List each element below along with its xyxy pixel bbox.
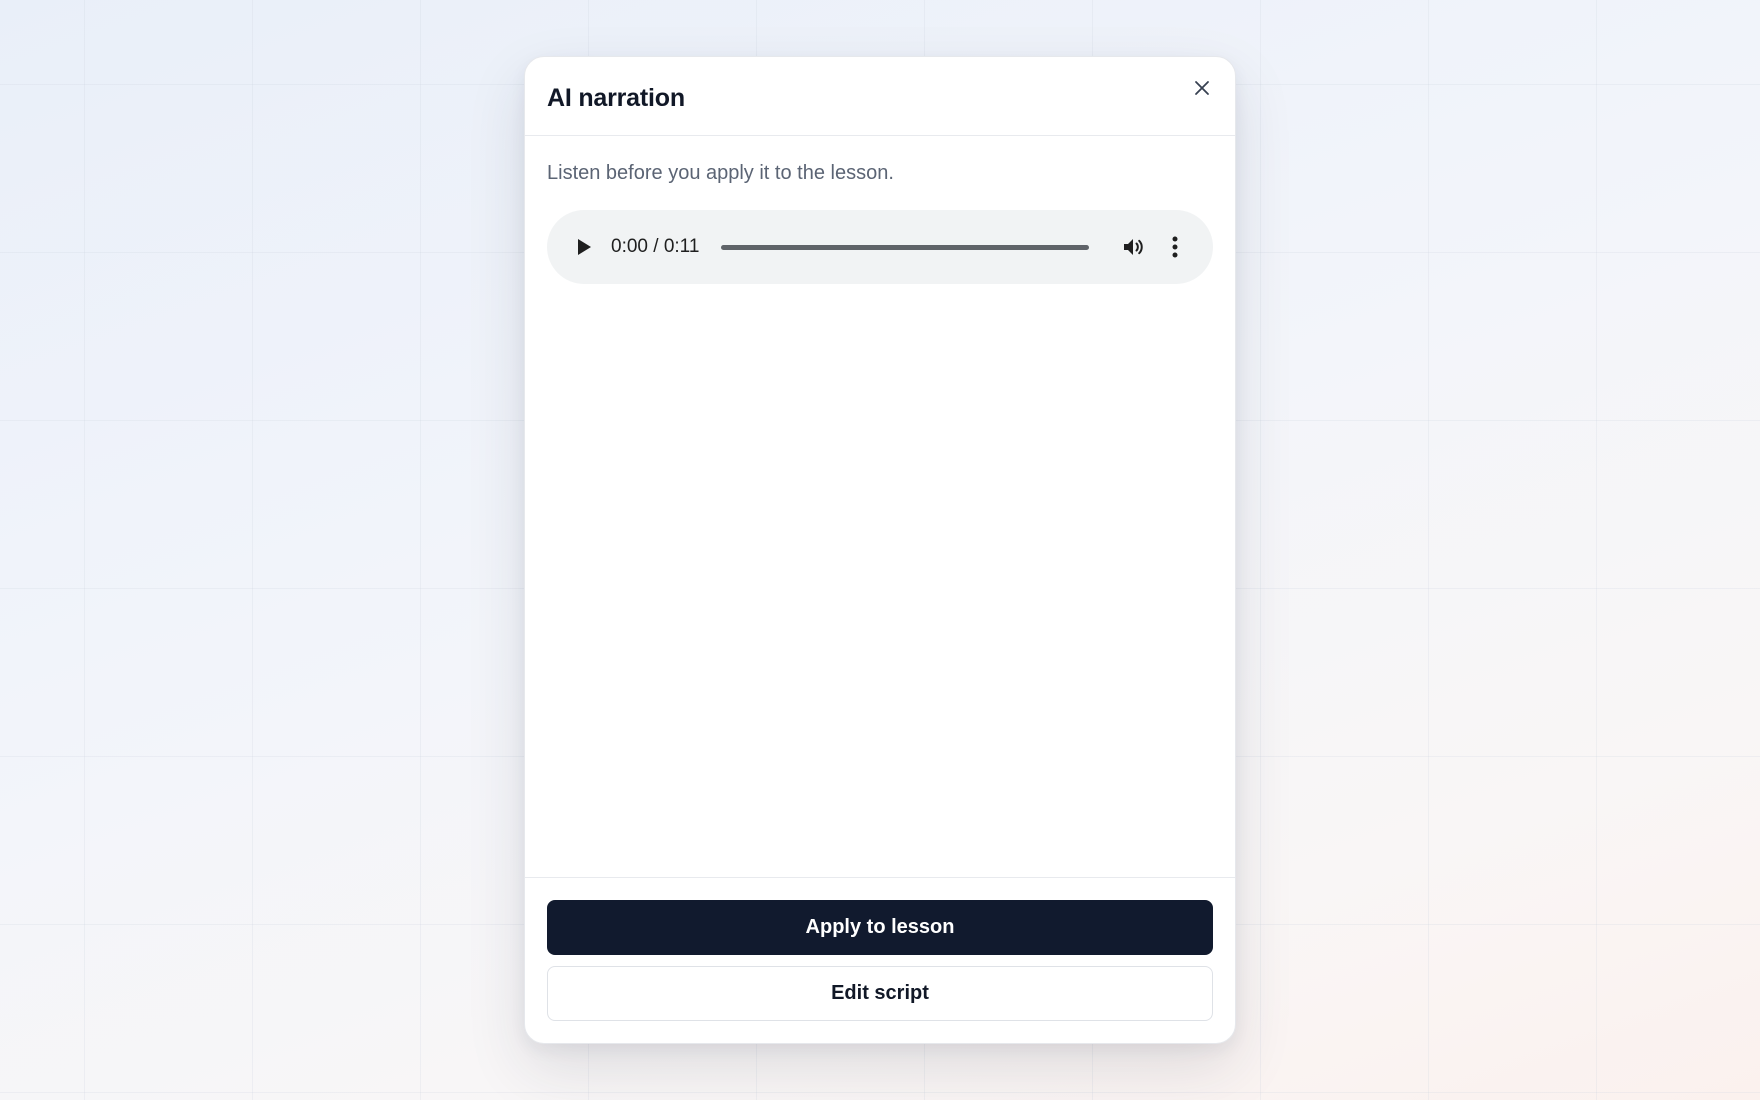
dialog-title: AI narration	[547, 83, 685, 112]
apply-to-lesson-button[interactable]: Apply to lesson	[547, 900, 1213, 955]
edit-script-button[interactable]: Edit script	[547, 966, 1213, 1021]
progress-slider[interactable]	[721, 244, 1090, 250]
more-options-button[interactable]	[1163, 233, 1187, 261]
play-button[interactable]	[571, 234, 597, 260]
ai-narration-dialog: AI narration Listen before you apply it …	[524, 56, 1236, 1044]
time-display: 0:00 / 0:11	[611, 236, 700, 257]
dialog-description: Listen before you apply it to the lesson…	[547, 162, 894, 184]
volume-button[interactable]	[1119, 233, 1147, 261]
close-icon	[1195, 81, 1209, 95]
volume-icon	[1124, 239, 1144, 255]
more-vertical-icon	[1172, 236, 1178, 258]
play-icon	[578, 239, 591, 255]
dialog-header: AI narration	[525, 57, 1235, 136]
dialog-body: Listen before you apply it to the lesson…	[525, 136, 1235, 877]
close-button[interactable]	[1189, 75, 1215, 101]
dialog-footer: Apply to lesson Edit script	[525, 877, 1235, 1043]
audio-player: 0:00 / 0:11	[547, 210, 1213, 284]
